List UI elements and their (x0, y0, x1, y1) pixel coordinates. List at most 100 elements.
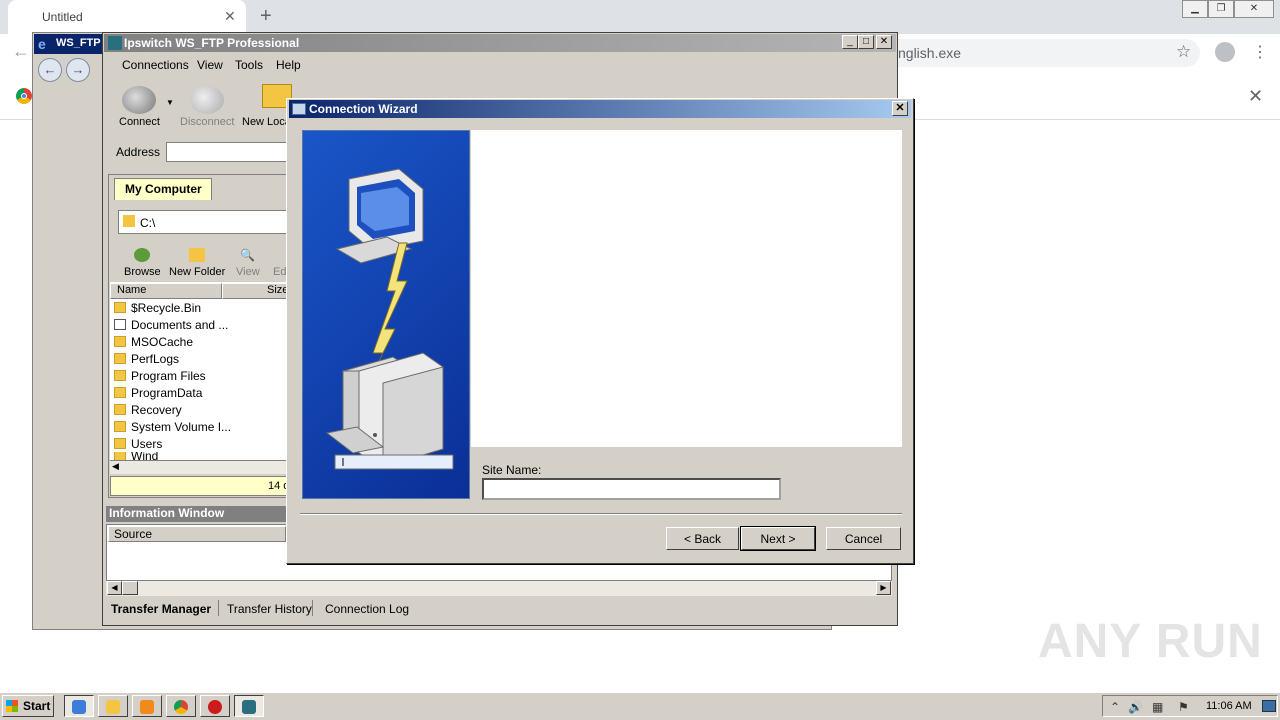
close-window-icon[interactable]: ✕ (1234, 0, 1274, 18)
wizard-content-area (471, 130, 902, 447)
site-name-input[interactable] (482, 478, 781, 500)
browse-icon[interactable] (134, 248, 150, 262)
scroll-thumb[interactable] (122, 581, 138, 595)
minimize-icon[interactable]: ▁ (1182, 0, 1208, 18)
list-item-label: Wind (131, 452, 159, 460)
shortcut-icon (114, 319, 126, 330)
address-label: Address (116, 145, 161, 159)
ie-icon (72, 700, 86, 714)
list-item[interactable]: ProgramData (114, 384, 202, 401)
bookmark-star-icon[interactable]: ☆ (1176, 42, 1191, 62)
new-tab-icon[interactable]: + (260, 5, 272, 28)
list-item-label: $Recycle.Bin (131, 300, 202, 315)
back-button[interactable]: < Back (666, 527, 739, 550)
list-item[interactable]: Users (114, 435, 162, 452)
wizard-divider (300, 513, 902, 515)
browse-button[interactable]: Browse (124, 266, 161, 278)
list-item[interactable]: PerfLogs (114, 350, 179, 367)
wsftp-icon (242, 700, 256, 714)
list-item-label: Recovery (131, 402, 182, 417)
column-source-header[interactable]: Source (108, 526, 286, 542)
list-item[interactable]: MSOCache (114, 333, 193, 350)
ie-back-icon[interactable]: ← (38, 58, 62, 82)
list-item[interactable]: System Volume I... (114, 418, 231, 435)
wsftp-logo-icon (108, 36, 122, 50)
wizard-title-icon (292, 103, 306, 115)
profile-avatar-icon[interactable] (1215, 42, 1235, 62)
new-folder-button[interactable]: New Folder (169, 266, 225, 278)
ie-forward-icon[interactable]: → (66, 58, 90, 82)
info-scrollbar[interactable] (106, 580, 892, 596)
back-arrow-icon[interactable]: ← (12, 41, 30, 62)
folder-icon (114, 404, 126, 415)
connect-button[interactable]: Connect (119, 116, 160, 128)
folder-icon (106, 700, 120, 714)
column-size-header[interactable]: Size (222, 283, 290, 299)
cancel-button[interactable]: Cancel (826, 527, 901, 550)
clock: 11:06 AM (1206, 700, 1252, 712)
wizard-illustration (302, 130, 470, 499)
address-bar-text: nglish.exe (898, 45, 962, 61)
list-item[interactable]: Documents and ... (114, 316, 228, 333)
menu-tools[interactable]: Tools (235, 58, 263, 72)
list-item[interactable]: Program Files (114, 367, 206, 384)
opera-icon (208, 700, 222, 714)
folder-icon (114, 336, 126, 347)
list-item-label: PerfLogs (131, 351, 180, 366)
more-menu-icon[interactable]: ⋮ (1252, 42, 1268, 62)
windows-logo-icon (6, 700, 18, 712)
list-item[interactable]: Recovery (114, 401, 182, 418)
browser-tab-title: Untitled (42, 10, 83, 24)
column-name-header[interactable]: Name (110, 283, 222, 299)
wizard-close-icon[interactable]: ✕ (892, 101, 908, 116)
infobar-close-icon[interactable]: ✕ (1248, 86, 1263, 107)
folder-icon (114, 370, 126, 381)
list-item-label: System Volume I... (131, 419, 232, 434)
address-input[interactable] (166, 142, 290, 162)
restore-icon[interactable]: ❐ (1208, 0, 1234, 18)
tab-transfer-history[interactable]: Transfer History (227, 602, 312, 616)
connect-icon[interactable] (122, 86, 156, 114)
connect-dropdown-icon[interactable]: ▼ (166, 98, 174, 107)
anyrun-watermark: ANY RUN (1038, 615, 1263, 668)
menu-view[interactable]: View (197, 58, 223, 72)
tab-transfer-manager[interactable]: Transfer Manager (111, 602, 211, 616)
flag-icon[interactable]: ⚑ (1178, 700, 1189, 714)
list-item[interactable]: $Recycle.Bin (114, 299, 201, 316)
folder-icon (114, 353, 126, 364)
file-list-scrollbar[interactable] (110, 460, 290, 474)
list-item[interactable]: Wind (114, 452, 158, 460)
network-icon[interactable]: ▦ (1152, 700, 1163, 714)
folder-icon (114, 452, 126, 460)
close-tab-icon[interactable]: ✕ (224, 8, 236, 25)
volume-icon[interactable]: 🔊 (1128, 700, 1143, 714)
wsftp-close-icon[interactable]: ✕ (876, 35, 892, 49)
folder-icon (114, 302, 126, 313)
new-local-button[interactable]: New Loca (242, 116, 291, 128)
tab-divider (312, 600, 313, 616)
folder-icon (114, 421, 126, 432)
computers-connection-icon (325, 168, 454, 470)
list-item-label: Documents and ... (131, 317, 229, 332)
new-folder-icon[interactable] (189, 248, 205, 262)
ie-logo-icon: e (38, 36, 46, 52)
show-desktop-icon[interactable] (1262, 700, 1276, 712)
disconnect-button[interactable]: Disconnect (180, 116, 234, 128)
scroll-right-icon[interactable]: ▶ (876, 581, 891, 595)
tab-connection-log[interactable]: Connection Log (325, 602, 409, 616)
wsftp-minimize-icon[interactable]: _ (842, 35, 858, 49)
view-button[interactable]: View (236, 266, 260, 278)
wsftp-maximize-icon[interactable]: □ (858, 35, 874, 49)
tab-divider (218, 600, 219, 616)
menu-connections[interactable]: Connections (122, 58, 189, 72)
list-item-label: MSOCache (131, 334, 194, 349)
tab-my-computer[interactable]: My Computer (114, 178, 212, 200)
media-player-icon (140, 700, 154, 714)
scroll-left-icon[interactable]: ◀ (107, 581, 122, 595)
list-item-label: ProgramData (131, 385, 203, 400)
tray-expand-icon[interactable]: ⌃ (1110, 700, 1120, 714)
menu-help[interactable]: Help (276, 58, 301, 72)
next-button[interactable]: Next > (740, 526, 816, 551)
path-text: C:\ (140, 216, 156, 230)
scroll-left-icon[interactable]: ◀ (112, 461, 119, 472)
